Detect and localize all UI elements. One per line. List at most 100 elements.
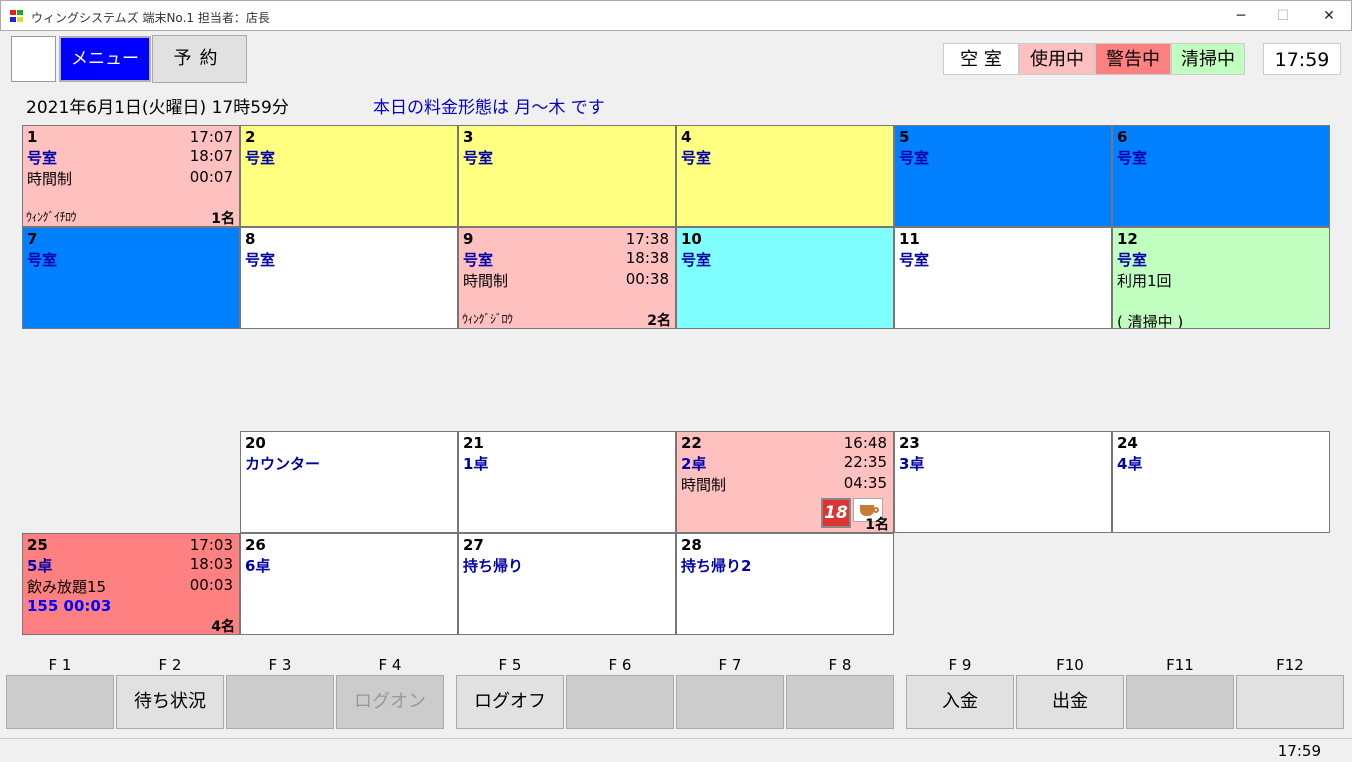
cell-number: 6: [1117, 128, 1128, 146]
menu-button[interactable]: メニュー: [59, 36, 151, 82]
table-cell-21[interactable]: 21 1卓: [458, 431, 676, 533]
cell-number: 3: [463, 128, 474, 146]
cell-name: 号室: [1117, 149, 1148, 167]
room-cell-2[interactable]: 2 号室: [240, 125, 458, 227]
table-cell-20[interactable]: 20 カウンター: [240, 431, 458, 533]
f10-withdrawal-button[interactable]: 出金: [1016, 675, 1124, 729]
cell-number: 22: [681, 434, 702, 452]
f3-button[interactable]: [226, 675, 334, 729]
table-cell-27[interactable]: 27 持ち帰り: [458, 533, 676, 635]
cell-number: 7: [27, 230, 38, 248]
fkey-label-f4: F 4: [378, 656, 402, 674]
date-display: 2021年6月1日(火曜日) 17時59分: [26, 98, 289, 118]
reserve-button[interactable]: 予約: [152, 35, 247, 83]
close-icon[interactable]: ✕: [1314, 5, 1344, 27]
fkey-label-f10: F10: [1056, 656, 1084, 674]
f9-deposit-button[interactable]: 入金: [906, 675, 1014, 729]
room-cell-4[interactable]: 4 号室: [676, 125, 894, 227]
room-cell-10[interactable]: 10 号室: [676, 227, 894, 329]
room-cell-7[interactable]: 7 号室: [22, 227, 240, 329]
cell-elapsed-time: 00:38: [625, 270, 669, 288]
app-icon: [10, 10, 24, 23]
cell-name: 号室: [681, 149, 712, 167]
cell-number: 8: [245, 230, 256, 248]
f2-wait-status-button[interactable]: 待ち状況: [116, 675, 224, 729]
cell-name: 持ち帰り2: [681, 557, 752, 575]
window-title: ウィングシステムズ 端末No.1 担当者：店長: [31, 11, 270, 25]
cell-name: 3卓: [899, 455, 925, 473]
fkey-label-f11: F11: [1166, 656, 1194, 674]
f8-button[interactable]: [786, 675, 894, 729]
cell-name: 5卓: [27, 557, 53, 575]
maximize-icon[interactable]: ☐: [1268, 5, 1298, 27]
room-cell-5[interactable]: 5 号室: [894, 125, 1112, 227]
cell-end-time: 18:07: [189, 147, 233, 165]
f11-button[interactable]: [1126, 675, 1234, 729]
f12-button[interactable]: [1236, 675, 1344, 729]
f5-logoff-button[interactable]: ログオフ: [456, 675, 564, 729]
cell-number: 21: [463, 434, 484, 452]
cell-start-time: 16:48: [843, 434, 887, 452]
fkey-label-f8: F 8: [828, 656, 852, 674]
status-bar: 17:59: [0, 738, 1352, 762]
cell-end-time: 18:03: [189, 555, 233, 573]
table-cell-26[interactable]: 26 6卓: [240, 533, 458, 635]
cell-start-time: 17:07: [189, 128, 233, 146]
cell-number: 27: [463, 536, 484, 554]
table-cell-25[interactable]: 25 5卓 飲み放題15 155 00:03 17:03 18:03 00:03…: [22, 533, 240, 635]
cell-status: ( 清掃中 ): [1117, 313, 1184, 329]
fkey-label-f12: F12: [1276, 656, 1304, 674]
minimize-icon[interactable]: ─: [1226, 5, 1256, 27]
clock-display: 17:59: [1263, 43, 1341, 75]
cell-people: 1名: [865, 517, 889, 533]
cell-number: 1: [27, 128, 38, 146]
cell-name: 号室: [27, 149, 58, 167]
cell-number: 11: [899, 230, 920, 248]
cell-name: 号室: [245, 251, 276, 269]
room-cell-9[interactable]: 9 号室 時間制 17:38 18:38 00:38 ｳｨﾝｸﾞｼﾞﾛｳ 2名: [458, 227, 676, 329]
cell-number: 9: [463, 230, 474, 248]
cell-plan: 時間制: [27, 170, 73, 188]
table-cell-22[interactable]: 22 2卓 時間制 16:48 22:35 04:35 18 1名: [676, 431, 894, 533]
table-cell-24[interactable]: 24 4卓: [1112, 431, 1330, 533]
cell-name: 2卓: [681, 455, 707, 473]
f4-logon-button[interactable]: ログオン: [336, 675, 444, 729]
f6-button[interactable]: [566, 675, 674, 729]
fkey-label-f5: F 5: [498, 656, 522, 674]
cell-elapsed-time: 00:03: [189, 576, 233, 594]
cell-customer: ｳｨﾝｸﾞｼﾞﾛｳ: [462, 312, 513, 326]
f7-button[interactable]: [676, 675, 784, 729]
room-cell-3[interactable]: 3 号室: [458, 125, 676, 227]
cell-number: 25: [27, 536, 48, 554]
cell-number: 4: [681, 128, 692, 146]
table-cell-23[interactable]: 23 3卓: [894, 431, 1112, 533]
cell-name: 号室: [27, 251, 58, 269]
f1-button[interactable]: [6, 675, 114, 729]
blank-button[interactable]: [11, 36, 56, 82]
room-cell-11[interactable]: 11 号室: [894, 227, 1112, 329]
cell-name: カウンター: [245, 455, 321, 473]
room-cell-8[interactable]: 8 号室: [240, 227, 458, 329]
cell-elapsed-time: 00:07: [189, 168, 233, 186]
room-cell-6[interactable]: 6 号室: [1112, 125, 1330, 227]
fkey-label-f9: F 9: [948, 656, 972, 674]
title-bar: ウィングシステムズ 端末No.1 担当者：店長 ─ ☐ ✕: [0, 0, 1352, 31]
cell-plan: 利用1回: [1117, 272, 1172, 290]
status-clock: 17:59: [1277, 742, 1321, 760]
cell-name: 号室: [899, 251, 930, 269]
room-cell-1[interactable]: 1 号室 時間制 17:07 18:07 00:07 ｳｨﾝｸﾞｲﾁﾛｳ 1名: [22, 125, 240, 227]
fkey-label-f6: F 6: [608, 656, 632, 674]
rate-info: 本日の料金形態は 月～木 です: [373, 98, 605, 118]
fkey-label-f7: F 7: [718, 656, 742, 674]
cell-number: 20: [245, 434, 266, 452]
cell-plan: 時間制: [463, 272, 509, 290]
table-cell-28[interactable]: 28 持ち帰り2: [676, 533, 894, 635]
cell-name: 号室: [463, 149, 494, 167]
legend-in-use: 使用中: [1019, 43, 1095, 75]
cell-number: 26: [245, 536, 266, 554]
cell-number: 5: [899, 128, 910, 146]
legend-warning: 警告中: [1095, 43, 1171, 75]
room-cell-12[interactable]: 12 号室 利用1回 ( 清掃中 ): [1112, 227, 1330, 329]
cell-start-time: 17:38: [625, 230, 669, 248]
legend-cleaning: 清掃中: [1171, 43, 1245, 75]
